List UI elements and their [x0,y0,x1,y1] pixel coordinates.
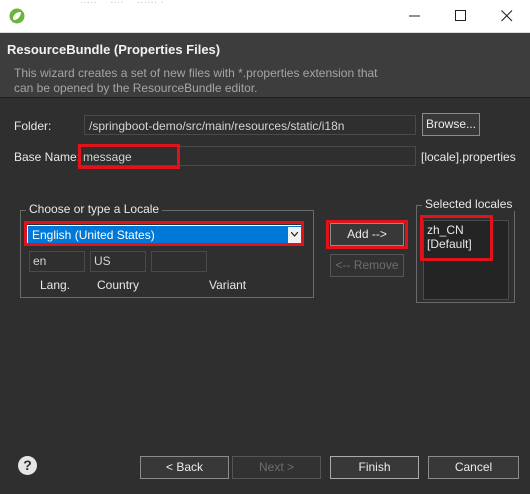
variant-field[interactable] [151,251,207,272]
cancel-button[interactable]: Cancel [428,456,519,479]
folder-field[interactable]: /springboot-demo/src/main/resources/stat… [84,115,416,135]
country-field[interactable]: US [90,251,146,272]
selected-locales-group: Selected locales zh_CN [Default] [416,197,516,303]
selected-locales-legend: Selected locales [422,197,516,211]
chevron-down-icon[interactable] [288,227,301,243]
wizard-title: ResourceBundle (Properties Files) [7,42,221,57]
help-icon[interactable]: ? [18,456,37,475]
base-name-field[interactable]: message [78,146,416,166]
locale-combo-value: English (United States) [32,228,155,242]
list-item[interactable]: zh_CN [427,223,505,237]
finish-button[interactable]: Finish [330,456,419,479]
selected-locales-list[interactable]: zh_CN [Default] [423,220,509,300]
remove-button[interactable]: <-- Remove [330,254,404,277]
country-label: Country [97,278,140,292]
wizard-header: ResourceBundle (Properties Files) This w… [0,33,530,98]
window-titlebar: ~ ..... ~ .... ~ ...... . ~ [0,0,530,33]
back-button[interactable]: < Back [140,456,229,479]
next-button[interactable]: Next > [232,456,321,479]
lang-label: Lang. [40,278,71,292]
wizard-dialog: ResourceBundle (Properties Files) This w… [0,33,530,494]
minimize-button[interactable] [392,0,438,32]
base-name-label: Base Name: [14,150,81,164]
locale-group-legend: Choose or type a Locale [26,202,163,216]
close-button[interactable] [484,0,530,32]
locale-group: Choose or type a Locale English (United … [20,202,314,298]
list-item[interactable]: [Default] [427,237,505,251]
window-title: ~ ..... ~ .... ~ ...... . ~ [70,0,175,6]
lang-field[interactable]: en [29,251,85,272]
close-icon [501,10,513,22]
maximize-icon [455,10,466,21]
minimize-icon [409,15,420,17]
spring-leaf-icon [9,8,25,24]
folder-label: Folder: [14,119,52,133]
add-button[interactable]: Add --> [330,223,404,246]
wizard-description: This wizard creates a set of new files w… [14,66,378,95]
browse-button[interactable]: Browse... [422,113,480,136]
maximize-button[interactable] [438,0,484,32]
suffix-label: [locale].properties [421,150,516,164]
variant-label: Variant [209,278,247,292]
locale-combo[interactable]: English (United States) [27,225,303,245]
